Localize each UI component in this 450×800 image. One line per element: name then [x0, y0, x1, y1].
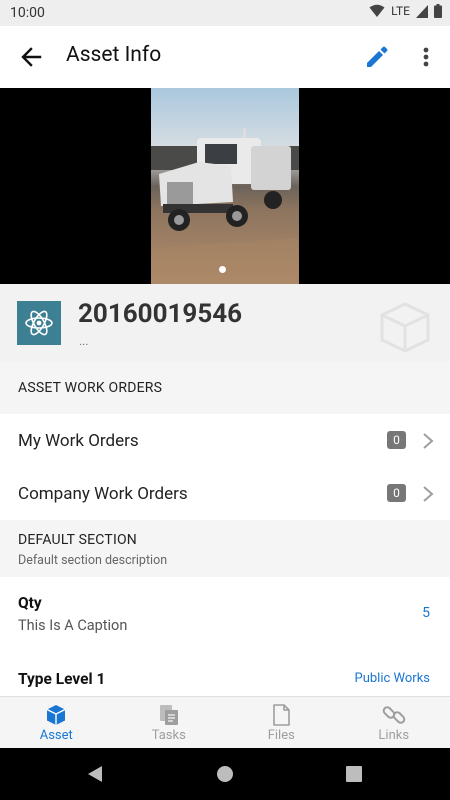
tab-tasks[interactable]: Tasks: [113, 697, 226, 749]
tab-label: Files: [267, 728, 295, 743]
network-label: LTE: [391, 4, 410, 18]
work-orders-section-header: ASSET WORK ORDERS: [0, 362, 450, 414]
atom-icon: [25, 310, 53, 336]
status-icons: LTE: [369, 4, 442, 18]
tab-label: Tasks: [151, 728, 186, 743]
tab-asset[interactable]: Asset: [0, 697, 113, 749]
back-button[interactable]: [18, 43, 46, 71]
my-work-orders-row[interactable]: My Work Orders 0: [0, 414, 450, 468]
field-value: Public Works: [354, 671, 430, 686]
system-home-icon[interactable]: [216, 765, 234, 783]
cube-watermark-icon: [380, 302, 430, 353]
tab-label: Asset: [39, 728, 73, 743]
qty-field-row[interactable]: Qty This Is A Caption 5: [0, 577, 450, 650]
cube-icon: [46, 705, 66, 725]
bottom-navigation: Asset Tasks Files Links: [0, 696, 450, 749]
app-bar: Asset Info: [0, 26, 450, 89]
signal-icon: [416, 4, 428, 18]
status-bar: 10:00 LTE: [0, 0, 450, 26]
chevron-right-icon: [423, 486, 434, 502]
field-label: Qty: [18, 594, 42, 612]
asset-header: 20160019546 ...: [0, 284, 450, 362]
row-label: Company Work Orders: [18, 484, 188, 504]
asset-photo[interactable]: [151, 88, 299, 284]
more-vert-icon: [423, 47, 429, 67]
section-title: DEFAULT SECTION: [18, 532, 137, 548]
type-level-field-row[interactable]: Type Level 1 Public Works: [0, 649, 450, 696]
file-icon: [273, 704, 291, 726]
arrow-left-icon: [21, 47, 42, 67]
section-description: Default section description: [18, 553, 168, 568]
status-time: 10:00: [10, 5, 45, 21]
more-options-button[interactable]: [414, 42, 438, 72]
carousel-page-indicator: [219, 266, 226, 273]
tab-label: Links: [378, 728, 410, 743]
field-label: Type Level 1: [18, 670, 106, 688]
truck-image: [151, 128, 299, 284]
tab-files[interactable]: Files: [225, 697, 338, 749]
link-icon: [382, 706, 406, 724]
edit-button[interactable]: [362, 42, 392, 72]
field-value: 5: [422, 605, 430, 621]
field-caption: This Is A Caption: [18, 617, 128, 634]
system-navigation-bar: [0, 748, 450, 800]
battery-icon: [434, 4, 442, 18]
tasks-icon: [159, 705, 178, 725]
count-badge: 0: [387, 431, 406, 449]
chevron-right-icon: [423, 433, 434, 449]
photo-carousel[interactable]: [0, 88, 450, 284]
count-badge: 0: [387, 484, 406, 502]
wifi-icon: [369, 4, 385, 17]
section-title: ASSET WORK ORDERS: [18, 380, 163, 396]
tab-links[interactable]: Links: [338, 697, 450, 749]
default-section-header: DEFAULT SECTION Default section descript…: [0, 520, 450, 577]
system-back-icon[interactable]: [86, 765, 104, 783]
company-work-orders-row[interactable]: Company Work Orders 0: [0, 467, 450, 521]
asset-subtitle: ...: [79, 334, 89, 348]
asset-id: 20160019546: [78, 299, 243, 329]
page-title: Asset Info: [66, 43, 162, 67]
row-label: My Work Orders: [18, 431, 139, 451]
asset-type-badge: [17, 301, 61, 345]
pencil-icon: [367, 46, 388, 67]
system-recents-icon[interactable]: [346, 766, 362, 782]
